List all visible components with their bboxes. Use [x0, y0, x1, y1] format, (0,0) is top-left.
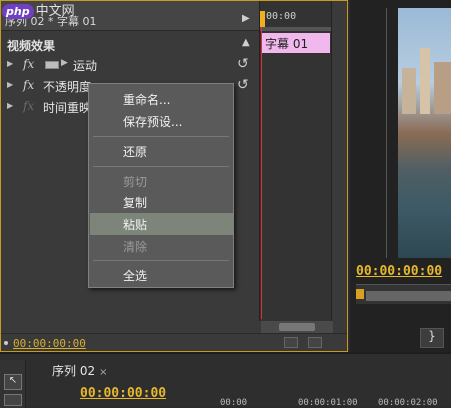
clip-block[interactable]: 字幕 01: [262, 33, 330, 53]
context-menu: 重命名... 保存预设... 还原 剪切 复制 粘贴 清除 全选: [88, 83, 234, 288]
close-icon[interactable]: ×: [99, 367, 107, 378]
track-select-tool-icon[interactable]: [4, 394, 22, 406]
playhead-marker[interactable]: [260, 11, 265, 27]
timeline-start-time: 00:00: [266, 11, 297, 22]
fx-icon: fx: [23, 99, 35, 113]
effect-row-motion[interactable]: ▶ fx ▶ 运动 ↺: [1, 55, 259, 75]
mark-out-button[interactable]: }: [420, 328, 444, 348]
ruler-label: 00:00:02:00: [378, 398, 438, 408]
sequence-tab-label: 序列 02: [52, 364, 96, 378]
twirl-icon[interactable]: ▶: [7, 80, 13, 89]
tools-panel: ↖: [0, 360, 26, 408]
horizontal-scrollbar[interactable]: [261, 321, 333, 333]
tab-sequence[interactable]: 序列 02 ×: [52, 362, 107, 379]
monitor-scroll-bar[interactable]: [366, 291, 451, 301]
motion-transform-icon[interactable]: [45, 61, 59, 69]
effect-timeline[interactable]: 00:00 字幕 01: [259, 1, 332, 321]
watermark: php 中文网: [2, 0, 75, 20]
menu-item-rename[interactable]: 重命名...: [90, 88, 233, 110]
menu-separator: [93, 166, 229, 167]
program-monitor: 00:00:00:00 }: [350, 0, 451, 352]
monitor-time[interactable]: 00:00:00:00: [356, 264, 442, 279]
scrollbar-thumb[interactable]: [279, 323, 315, 331]
monitor-frame-edge: [386, 8, 387, 258]
play-audio-button[interactable]: [284, 337, 298, 348]
menu-item-select-all[interactable]: 全选: [90, 264, 233, 286]
reset-icon[interactable]: ↺: [237, 77, 249, 93]
effect-label-motion: 运动: [73, 59, 98, 73]
vertical-scrollbar[interactable]: [331, 1, 347, 321]
twirl-icon[interactable]: ▶: [7, 101, 13, 110]
menu-item-copy[interactable]: 复制: [90, 191, 233, 213]
watermark-site: 中文网: [35, 4, 75, 19]
indicator-dot-icon: [4, 341, 8, 345]
video-effects-title: 视频效果: [7, 39, 56, 53]
watermark-logo: php: [2, 4, 34, 19]
motion-dropdown-icon[interactable]: ▶: [61, 58, 68, 68]
playhead-line: [261, 27, 262, 319]
monitor-timeline-ruler[interactable]: [356, 284, 451, 304]
menu-separator: [93, 136, 229, 137]
twirl-icon[interactable]: ▶: [7, 59, 13, 68]
menu-separator: [93, 260, 229, 261]
current-time[interactable]: 00:00:00:00: [13, 337, 86, 350]
fx-icon: fx: [23, 78, 35, 92]
effect-label-opacity: 不透明度: [43, 80, 92, 94]
monitor-playhead[interactable]: [356, 289, 364, 299]
ruler-label: 00:00:01:00: [298, 398, 358, 408]
menu-item-paste[interactable]: 粘贴: [90, 213, 233, 235]
ruler-label: 00:00: [220, 398, 248, 408]
play-triangle-icon[interactable]: ▶: [242, 13, 250, 24]
timeline-panel: ↖ 序列 02 × 00:00:00:00 00:00 00:00:01:00 0…: [0, 352, 451, 408]
menu-item-save-preset[interactable]: 保存预设...: [90, 110, 233, 132]
menu-item-reset[interactable]: 还原: [90, 140, 233, 162]
fx-icon: fx: [23, 57, 35, 71]
collapse-up-icon[interactable]: ▲: [242, 37, 250, 48]
export-button[interactable]: [308, 337, 322, 348]
selection-tool-icon[interactable]: ↖: [4, 374, 22, 390]
menu-item-clear: 清除: [123, 240, 148, 254]
sequence-time[interactable]: 00:00:00:00: [80, 386, 166, 401]
timeline-ruler-labels: 00:00 00:00:01:00 00:00:02:00: [218, 398, 451, 408]
effect-controls-footer: 00:00:00:00: [1, 333, 347, 351]
reset-icon[interactable]: ↺: [237, 56, 249, 72]
menu-item-cut: 剪切: [123, 175, 148, 189]
video-preview: [398, 8, 451, 258]
timeline-ruler[interactable]: [260, 27, 332, 31]
